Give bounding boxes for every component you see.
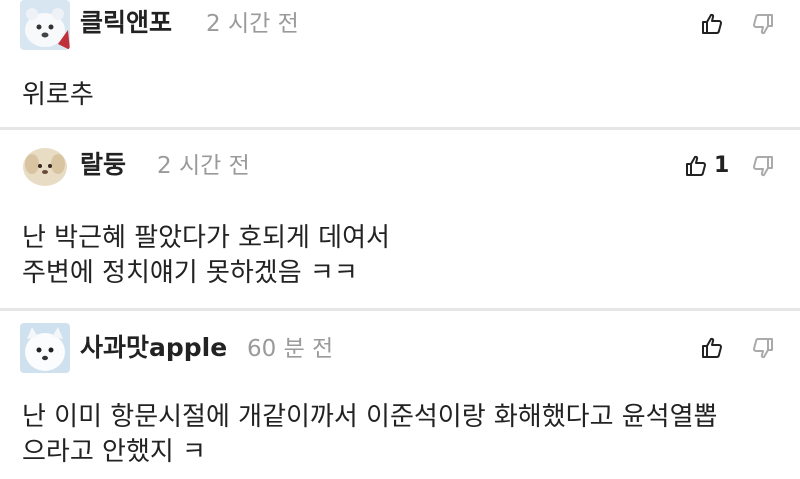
avatar[interactable] [20,140,70,190]
dislike-button[interactable] [748,9,778,39]
like-button[interactable] [697,333,727,363]
username[interactable]: 사과맛apple [80,333,227,363]
thumbs-up-icon [702,13,722,34]
username[interactable]: 클릭앤포 [80,8,172,38]
comment-item: 사과맛apple 60 분 전 난 이미 항문시절에 개같이까서 이준석이랑 화… [0,311,800,479]
like-count: 1 [714,153,730,178]
thumbs-down-icon [753,14,773,35]
comment-item: 랄둥 2 시간 전 1 난 박근혜 팔았다가 호되게 데여서 주변에 정치얘기 … [0,130,800,308]
avatar[interactable] [20,0,70,50]
comment-item: 클릭앤포 2 시간 전 위로추 [0,0,800,128]
comment-body: 난 이미 항문시절에 개같이까서 이준석이랑 화해했다고 윤석열뽑 으라고 안했… [22,402,718,467]
comment-time: 2 시간 전 [206,11,299,37]
thumbs-up-icon [702,337,722,358]
thumbs-up-icon [686,155,706,176]
thumbs-down-icon [753,156,773,177]
like-button[interactable] [681,151,711,181]
like-button[interactable] [697,9,727,39]
comment-body: 위로추 [22,80,94,110]
avatar[interactable] [20,323,70,373]
dislike-button[interactable] [748,151,778,181]
thumbs-down-icon [753,338,773,359]
comment-time: 60 분 전 [247,336,334,362]
comment-body: 난 박근혜 팔았다가 호되게 데여서 주변에 정치얘기 못하겠음 ㅋㅋ [22,223,390,288]
dislike-button[interactable] [748,333,778,363]
comment-time: 2 시간 전 [157,153,250,179]
username[interactable]: 랄둥 [80,150,126,180]
